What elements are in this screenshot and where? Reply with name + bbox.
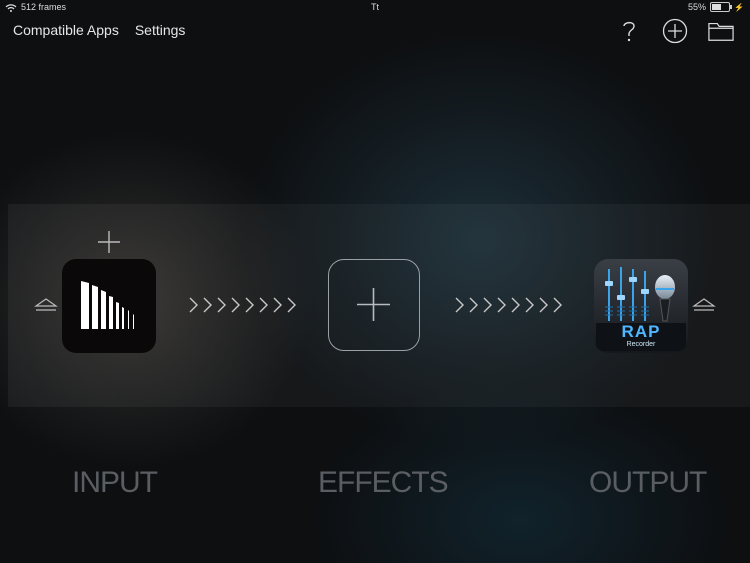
- charging-icon: ⚡: [734, 2, 744, 12]
- status-center-text: Tt: [371, 2, 379, 12]
- eject-output-icon[interactable]: [692, 297, 716, 313]
- help-button[interactable]: [616, 18, 642, 44]
- plus-circle-icon: [662, 18, 688, 44]
- audio-level-bars-icon: [81, 281, 134, 329]
- input-section-label: INPUT: [72, 466, 158, 499]
- toolbar: [616, 18, 734, 44]
- battery-fill: [712, 4, 721, 10]
- eject-input-icon[interactable]: [34, 297, 58, 313]
- add-effect-tile[interactable]: [328, 259, 420, 351]
- status-right: 55% ⚡: [688, 2, 744, 12]
- output-app-subtitle: Recorder: [626, 341, 656, 348]
- battery-percent: 55%: [688, 2, 707, 12]
- add-input-icon[interactable]: [97, 230, 121, 254]
- input-app-tile[interactable]: [62, 259, 156, 353]
- compatible-apps-link[interactable]: Compatible Apps: [13, 22, 119, 38]
- chain-arrows-left: [189, 297, 296, 313]
- chain-arrows-right: [455, 297, 562, 313]
- plus-icon: [357, 288, 390, 321]
- output-app-title: RAP: [621, 322, 661, 341]
- folder-icon: [708, 22, 734, 41]
- settings-link[interactable]: Settings: [135, 22, 186, 38]
- question-icon: [623, 21, 635, 42]
- battery-icon: [710, 2, 733, 12]
- output-app-tile[interactable]: RAP Recorder: [594, 259, 688, 353]
- effects-section-label: EFFECTS: [318, 466, 449, 499]
- status-bar: 512 frames Tt 55% ⚡: [0, 0, 750, 16]
- output-section-label: OUTPUT: [589, 466, 707, 499]
- add-button[interactable]: [662, 18, 688, 44]
- top-nav: Compatible Apps Settings: [13, 22, 185, 38]
- folder-button[interactable]: [708, 18, 734, 44]
